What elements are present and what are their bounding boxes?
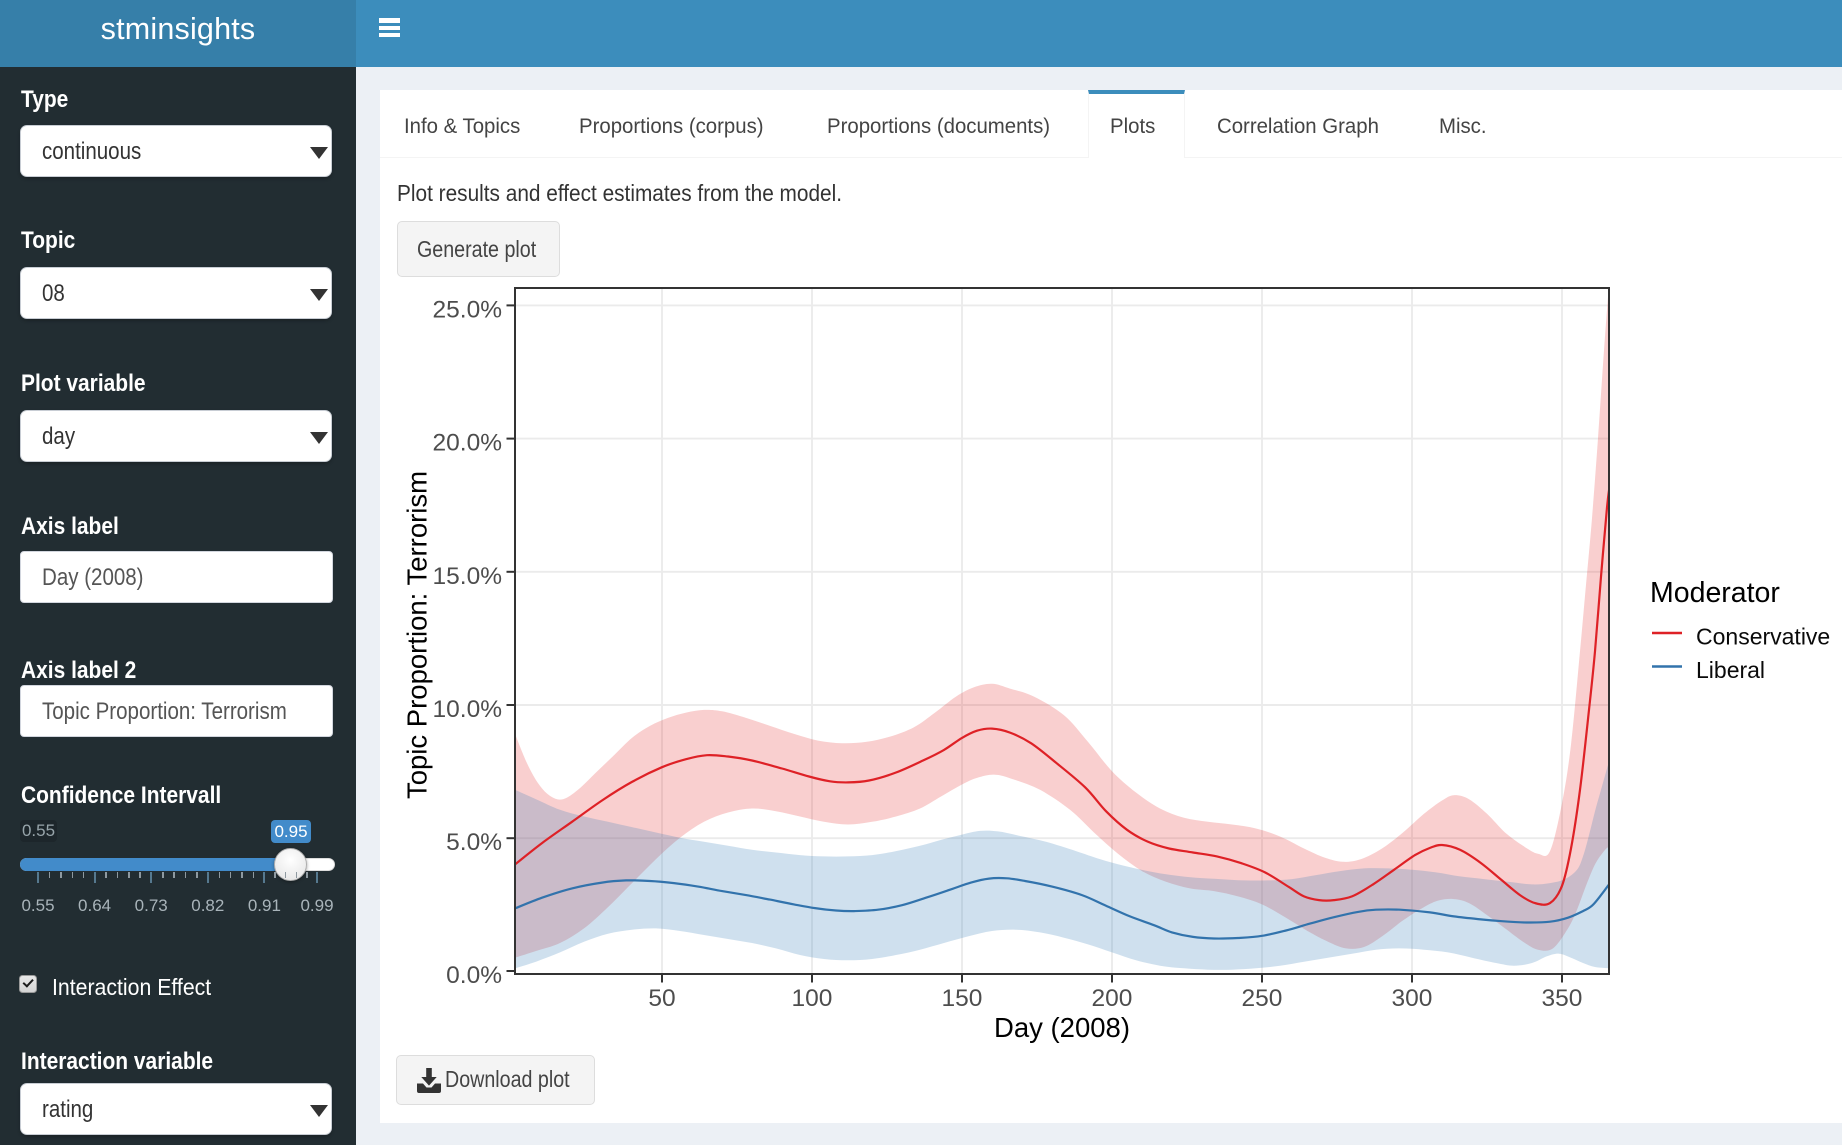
svg-text:5.0%: 5.0% — [446, 829, 502, 856]
svg-text:350: 350 — [1542, 985, 1583, 1012]
svg-text:Day (2008): Day (2008) — [994, 1012, 1130, 1043]
svg-text:0.0%: 0.0% — [446, 962, 502, 989]
svg-text:Liberal: Liberal — [1696, 657, 1765, 683]
svg-text:50: 50 — [648, 985, 675, 1012]
svg-text:15.0%: 15.0% — [433, 563, 502, 590]
svg-text:150: 150 — [942, 985, 983, 1012]
svg-text:Moderator: Moderator — [1650, 577, 1780, 609]
svg-text:Topic Proportion: Terrorism: Topic Proportion: Terrorism — [402, 471, 433, 799]
svg-text:250: 250 — [1242, 985, 1283, 1012]
svg-text:20.0%: 20.0% — [433, 430, 502, 457]
svg-text:300: 300 — [1392, 985, 1433, 1012]
svg-text:25.0%: 25.0% — [433, 296, 502, 323]
svg-text:200: 200 — [1092, 985, 1133, 1012]
svg-text:10.0%: 10.0% — [433, 696, 502, 723]
svg-text:Conservative: Conservative — [1696, 624, 1830, 650]
svg-text:100: 100 — [792, 985, 833, 1012]
